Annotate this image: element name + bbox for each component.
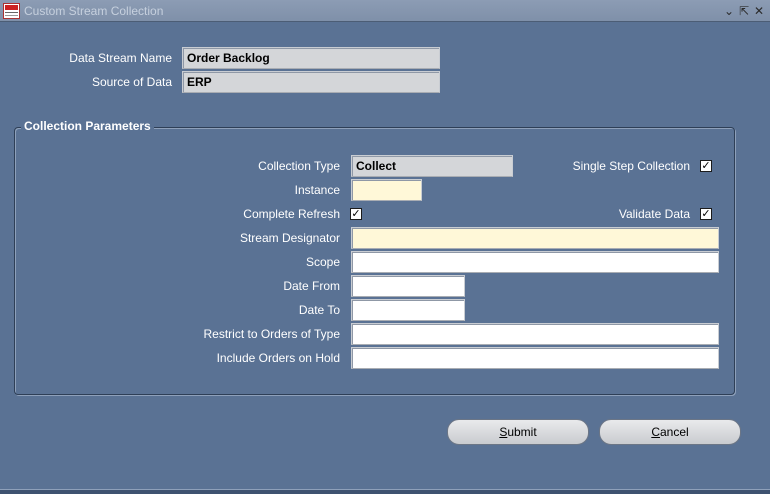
submit-label: ubmit bbox=[507, 425, 537, 439]
include-on-hold-field[interactable] bbox=[351, 347, 719, 369]
cancel-button[interactable]: Cancel bbox=[599, 419, 741, 445]
cancel-mnemonic: C bbox=[651, 425, 660, 439]
data-stream-name-field[interactable]: Order Backlog bbox=[182, 47, 440, 69]
validate-data-label: Validate Data bbox=[618, 207, 690, 221]
restrict-orders-label: Restrict to Orders of Type bbox=[203, 327, 341, 341]
scope-field[interactable] bbox=[351, 251, 719, 273]
data-stream-name-label: Data Stream Name bbox=[69, 51, 172, 65]
stream-designator-label: Stream Designator bbox=[239, 231, 340, 245]
minimize-icon[interactable]: ⌄ bbox=[722, 3, 736, 19]
window-bottom-edge bbox=[0, 489, 770, 494]
title-bar: Custom Stream Collection ⌄ ⇱ ✕ bbox=[0, 0, 770, 22]
date-to-label: Date To bbox=[298, 303, 340, 317]
maximize-icon[interactable]: ⇱ bbox=[737, 3, 751, 19]
collection-parameters-title: Collection Parameters bbox=[21, 119, 154, 133]
stream-designator-field[interactable] bbox=[351, 227, 719, 249]
single-step-collection-checkbox[interactable]: ✓ bbox=[700, 160, 712, 172]
cancel-label: ancel bbox=[659, 425, 689, 439]
source-of-data-label: Source of Data bbox=[91, 75, 172, 89]
include-on-hold-label: Include Orders on Hold bbox=[216, 351, 340, 365]
window-title: Custom Stream Collection bbox=[24, 4, 164, 18]
oracle-app-icon bbox=[3, 3, 20, 19]
restrict-orders-field[interactable] bbox=[351, 323, 719, 345]
date-from-label: Date From bbox=[283, 279, 340, 293]
source-of-data-field[interactable]: ERP bbox=[182, 71, 440, 93]
close-icon[interactable]: ✕ bbox=[752, 3, 766, 19]
instance-label: Instance bbox=[294, 183, 340, 197]
scope-label: Scope bbox=[305, 255, 340, 269]
date-from-field[interactable] bbox=[351, 275, 465, 297]
complete-refresh-checkbox[interactable]: ✓ bbox=[350, 208, 362, 220]
collection-type-label: Collection Type bbox=[258, 159, 340, 173]
validate-data-checkbox[interactable]: ✓ bbox=[700, 208, 712, 220]
instance-field[interactable] bbox=[351, 179, 422, 201]
collection-type-field[interactable]: Collect bbox=[351, 155, 513, 177]
date-to-field[interactable] bbox=[351, 299, 465, 321]
submit-button[interactable]: Submit bbox=[447, 419, 589, 445]
single-step-collection-label: Single Step Collection bbox=[572, 159, 690, 173]
complete-refresh-label: Complete Refresh bbox=[243, 207, 340, 221]
